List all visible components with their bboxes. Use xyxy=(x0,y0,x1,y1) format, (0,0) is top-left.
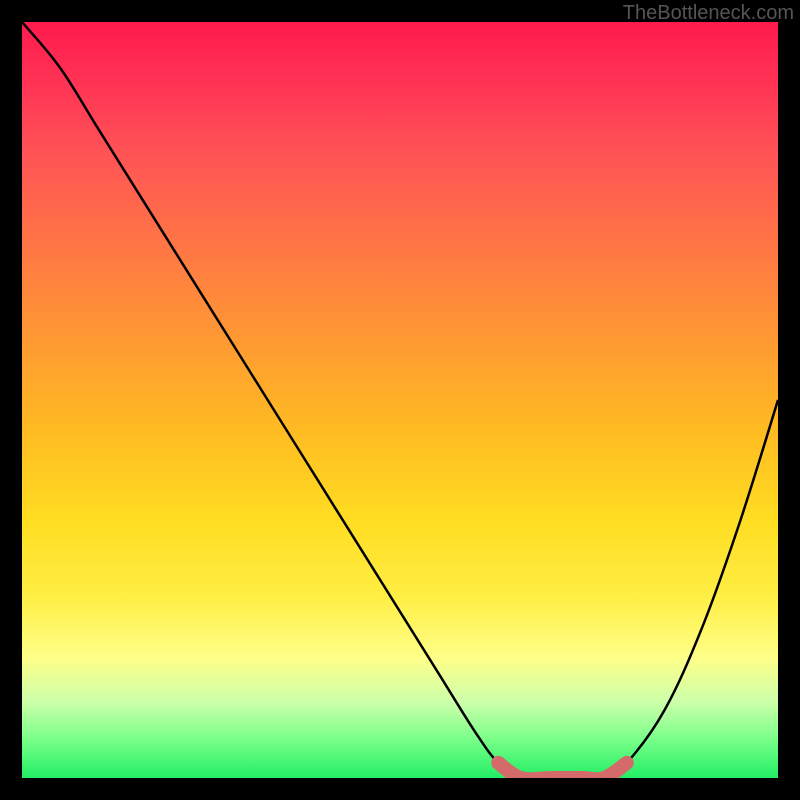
optimal-range-marker xyxy=(498,763,627,778)
curve-layer xyxy=(22,22,778,778)
attribution-text: TheBottleneck.com xyxy=(623,2,794,25)
bottleneck-curve xyxy=(22,22,778,778)
chart-container: TheBottleneck.com xyxy=(0,0,800,800)
